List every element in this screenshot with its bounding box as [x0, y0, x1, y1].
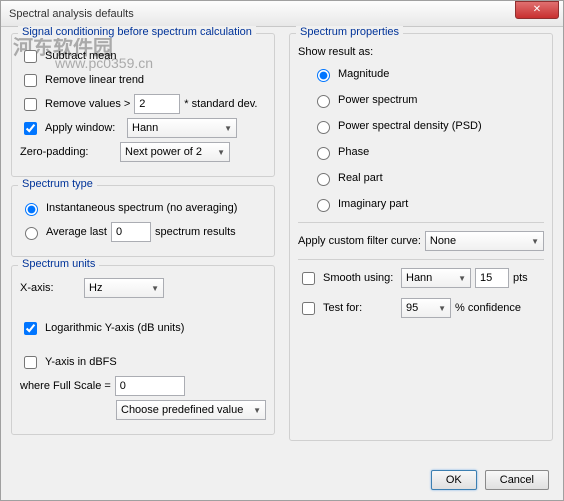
xaxis-label: X-axis:	[20, 282, 80, 294]
zero-padding-select[interactable]: Next power of 2	[120, 142, 230, 162]
divider-2	[298, 259, 544, 260]
zero-padding-label: Zero-padding:	[20, 146, 116, 158]
spectrum-properties-group: Spectrum properties Show result as: Magn…	[289, 33, 553, 441]
remove-values-label: Remove values >	[45, 98, 130, 110]
filter-curve-label: Apply custom filter curve:	[298, 235, 421, 247]
cancel-button[interactable]: Cancel	[485, 470, 549, 490]
psd-label: Power spectral density (PSD)	[338, 120, 482, 132]
y-dbfs-label: Y-axis in dBFS	[45, 356, 117, 368]
imaginary-label: Imaginary part	[338, 198, 408, 210]
spectrum-type-group: Spectrum type Instantaneous spectrum (no…	[11, 185, 275, 257]
spectrum-units-group: Spectrum units X-axis: Hz Logarithmic Y-…	[11, 265, 275, 435]
average-last-input[interactable]	[111, 222, 151, 242]
subtract-mean-checkbox[interactable]	[24, 50, 37, 63]
signal-conditioning-group: Signal conditioning before spectrum calc…	[11, 33, 275, 177]
confidence-select[interactable]: 95	[401, 298, 451, 318]
test-for-checkbox[interactable]	[302, 302, 315, 315]
instantaneous-radio[interactable]	[25, 203, 38, 216]
pts-label: pts	[513, 272, 528, 284]
close-button[interactable]: ✕	[515, 1, 559, 19]
xaxis-select[interactable]: Hz	[84, 278, 164, 298]
window-type-select[interactable]: Hann	[127, 118, 237, 138]
spectrum-units-legend: Spectrum units	[18, 258, 99, 270]
remove-values-input[interactable]	[134, 94, 180, 114]
y-dbfs-checkbox[interactable]	[24, 356, 37, 369]
smooth-pts-input[interactable]	[475, 268, 509, 288]
filter-curve-select[interactable]: None	[425, 231, 544, 251]
signal-legend: Signal conditioning before spectrum calc…	[18, 26, 256, 38]
smooth-checkbox[interactable]	[302, 272, 315, 285]
choose-predefined-select[interactable]: Choose predefined value	[116, 400, 266, 420]
instantaneous-label: Instantaneous spectrum (no averaging)	[46, 202, 237, 214]
average-last-radio[interactable]	[25, 227, 38, 240]
magnitude-label: Magnitude	[338, 68, 389, 80]
apply-window-label: Apply window:	[45, 122, 123, 134]
right-column: Spectrum properties Show result as: Magn…	[289, 33, 553, 449]
average-last-label: Average last	[46, 226, 107, 238]
power-spectrum-radio[interactable]	[317, 95, 330, 108]
log-y-checkbox[interactable]	[24, 322, 37, 335]
window-title: Spectral analysis defaults	[9, 8, 134, 20]
subtract-mean-label: Subtract mean	[45, 50, 117, 62]
ok-button[interactable]: OK	[431, 470, 477, 490]
smooth-type-select[interactable]: Hann	[401, 268, 471, 288]
remove-linear-label: Remove linear trend	[45, 74, 144, 86]
apply-window-checkbox[interactable]	[24, 122, 37, 135]
phase-label: Phase	[338, 146, 369, 158]
spectrum-type-legend: Spectrum type	[18, 178, 97, 190]
psd-radio[interactable]	[317, 121, 330, 134]
show-result-label: Show result as:	[298, 46, 544, 58]
dialog-content: Signal conditioning before spectrum calc…	[1, 27, 563, 449]
remove-values-checkbox[interactable]	[24, 98, 37, 111]
real-label: Real part	[338, 172, 383, 184]
std-dev-label: * standard dev.	[184, 98, 257, 110]
fullscale-input[interactable]	[115, 376, 185, 396]
real-radio[interactable]	[317, 173, 330, 186]
test-for-label: Test for:	[323, 302, 397, 314]
magnitude-radio[interactable]	[317, 69, 330, 82]
left-column: Signal conditioning before spectrum calc…	[11, 33, 275, 449]
fullscale-label: where Full Scale =	[20, 380, 111, 392]
remove-linear-checkbox[interactable]	[24, 74, 37, 87]
dialog-window: Spectral analysis defaults ✕ 河东软件园 www.p…	[0, 0, 564, 501]
smooth-label: Smooth using:	[323, 272, 397, 284]
spectrum-results-label: spectrum results	[155, 226, 236, 238]
dialog-footer: OK Cancel	[431, 470, 549, 490]
power-spectrum-label: Power spectrum	[338, 94, 417, 106]
phase-radio[interactable]	[317, 147, 330, 160]
confidence-label: % confidence	[455, 302, 521, 314]
titlebar: Spectral analysis defaults ✕	[1, 1, 563, 27]
props-legend: Spectrum properties	[296, 26, 403, 38]
divider	[298, 222, 544, 223]
log-y-label: Logarithmic Y-axis (dB units)	[45, 322, 184, 334]
imaginary-radio[interactable]	[317, 199, 330, 212]
